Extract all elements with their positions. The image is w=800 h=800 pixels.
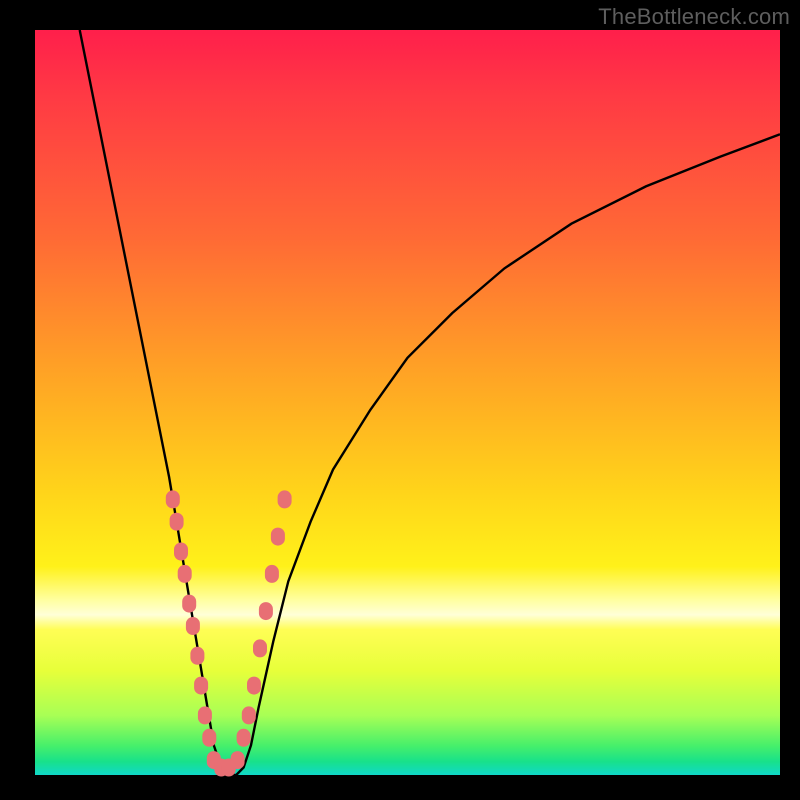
chart-frame: TheBottleneck.com bbox=[0, 0, 800, 800]
marker-dot bbox=[194, 677, 208, 695]
curve-layer bbox=[35, 30, 780, 775]
highlight-markers bbox=[166, 490, 292, 776]
watermark-text: TheBottleneck.com bbox=[598, 4, 790, 30]
marker-dot bbox=[237, 729, 251, 747]
marker-dot bbox=[271, 528, 285, 546]
marker-dot bbox=[182, 595, 196, 613]
marker-dot bbox=[265, 565, 279, 583]
marker-dot bbox=[198, 706, 212, 724]
marker-dot bbox=[278, 490, 292, 508]
marker-dot bbox=[259, 602, 273, 620]
marker-dot bbox=[202, 729, 216, 747]
marker-dot bbox=[247, 677, 261, 695]
marker-dot bbox=[253, 639, 267, 657]
marker-dot bbox=[186, 617, 200, 635]
marker-dot bbox=[166, 490, 180, 508]
marker-dot bbox=[178, 565, 192, 583]
bottleneck-curve bbox=[80, 30, 780, 775]
plot-area bbox=[35, 30, 780, 775]
marker-dot bbox=[190, 647, 204, 665]
marker-dot bbox=[174, 543, 188, 561]
marker-dot bbox=[231, 751, 245, 769]
marker-dot bbox=[242, 706, 256, 724]
marker-dot bbox=[170, 513, 184, 531]
